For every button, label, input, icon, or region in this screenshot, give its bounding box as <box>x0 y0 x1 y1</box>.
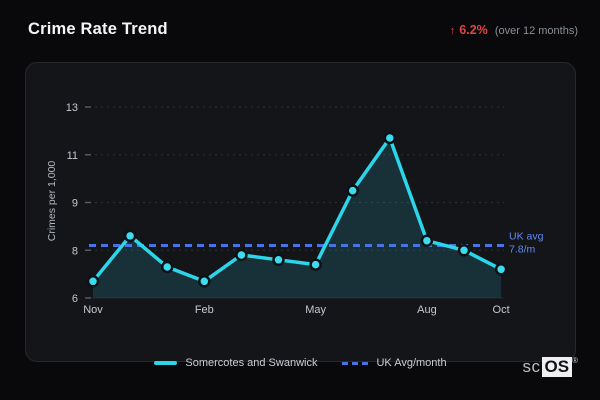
data-point-aug[interactable] <box>420 234 434 247</box>
y-axis-title: Crimes per 1,000 <box>46 161 58 242</box>
data-point-jun[interactable] <box>346 184 359 197</box>
legend-item-uk-avg[interactable]: UK Avg/month <box>342 357 447 369</box>
logo-text-sc: sc <box>522 357 541 376</box>
data-point-mar[interactable] <box>235 248 248 262</box>
legend-item-somercotes[interactable]: Somercotes and Swanwick <box>154 357 317 369</box>
y-tick-label: 9 <box>72 198 78 210</box>
legend-label-somercotes: Somercotes and Swanwick <box>185 357 318 369</box>
change-percent: 6.2% <box>459 23 488 37</box>
x-tick-label: Nov <box>83 304 103 316</box>
page-title: Crime Rate Trend <box>28 20 168 38</box>
registered-mark-icon: ® <box>572 355 578 365</box>
data-point-feb[interactable] <box>198 275 211 288</box>
data-point-sep[interactable] <box>457 244 471 257</box>
y-tick-label: 6 <box>72 293 78 305</box>
x-tick-label: May <box>305 304 326 316</box>
y-tick-label: 11 <box>67 150 78 162</box>
data-point-dec[interactable] <box>123 229 137 243</box>
logo-text-os: OS <box>541 357 573 377</box>
data-point-apr[interactable] <box>272 253 285 267</box>
crime-trend-chart: 6 8 9 11 13 Nov Feb May Aug Oct UK avg7.8/m Crimes … <box>46 102 544 316</box>
crime-trend-chart-card: 6 8 9 11 13 Nov Feb May Aug Oct UK avg 7.8/m Crimes … <box>25 62 576 362</box>
data-point-oct[interactable] <box>494 263 508 276</box>
trend-change-badge: ↑ 6.2% (over 12 months) <box>450 23 578 37</box>
uk-avg-label: UK avg <box>509 230 544 242</box>
up-arrow-icon: ↑ <box>449 25 456 37</box>
legend-line-swatch-icon <box>154 361 178 365</box>
series-area-fill <box>93 138 502 298</box>
x-tick-label: Feb <box>195 304 214 316</box>
uk-avg-sublabel: 7.8/m <box>509 243 536 255</box>
page-header: Crime Rate Trend ↑ 6.2% (over 12 months) <box>28 20 578 39</box>
legend-label-uk-avg: UK Avg/month <box>376 357 447 369</box>
x-tick-label: Aug <box>417 304 437 316</box>
change-caption: (over 12 months) <box>494 25 578 37</box>
y-tick-label: 8 <box>72 245 78 257</box>
scos-logo: sc OS ® <box>523 356 578 378</box>
chart-footer: Somercotes and Swanwick UK Avg/month <box>25 354 576 372</box>
y-tick-label: 13 <box>66 102 78 114</box>
data-point-jan[interactable] <box>160 260 174 274</box>
data-point-nov[interactable] <box>86 275 100 288</box>
legend-dashed-swatch-icon <box>342 361 369 365</box>
data-point-may[interactable] <box>309 258 322 271</box>
x-tick-label: Oct <box>493 304 510 316</box>
data-point-jul[interactable] <box>383 131 397 145</box>
